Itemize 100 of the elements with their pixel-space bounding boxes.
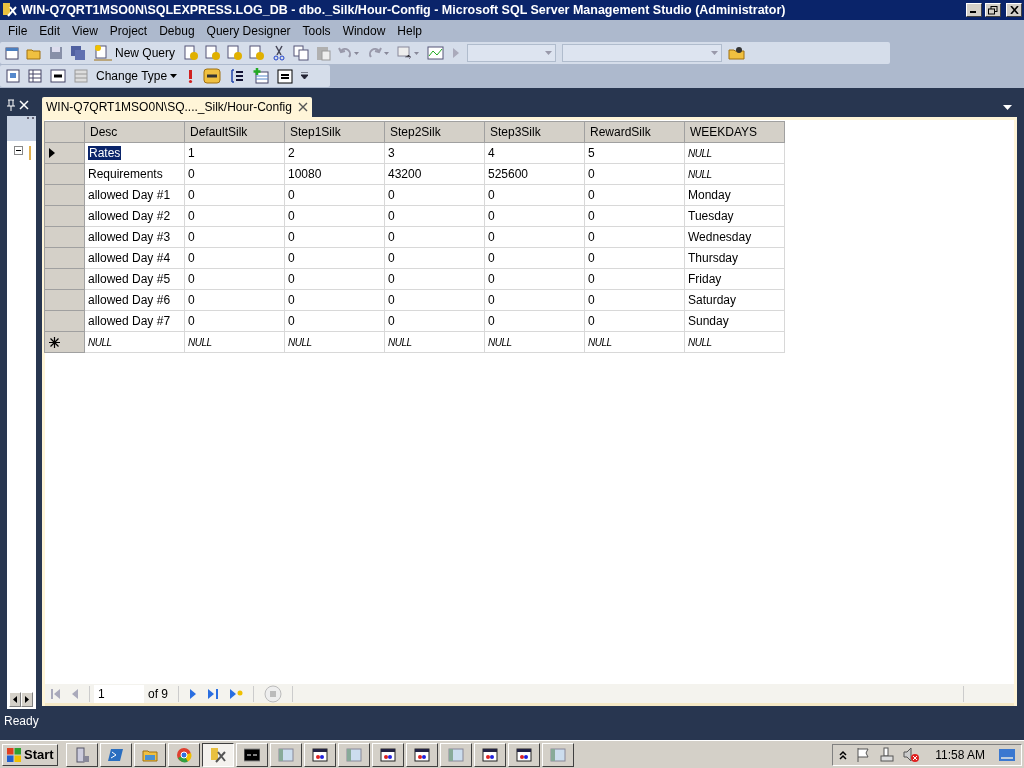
show-desktop-icon[interactable]	[999, 746, 1015, 763]
next-record-icon[interactable]	[189, 687, 197, 700]
table-cell[interactable]: Wednesday	[684, 226, 785, 248]
binoculars-folder-icon[interactable]	[728, 45, 747, 61]
xmla-query-icon[interactable]	[249, 45, 266, 61]
table-cell[interactable]: 0	[484, 268, 585, 290]
table-cell[interactable]: 0	[584, 163, 685, 185]
column-header[interactable]: WEEKDAYS	[684, 121, 785, 143]
table-cell[interactable]: NULL	[684, 142, 785, 164]
menu-item[interactable]: Window	[336, 21, 392, 41]
last-record-icon[interactable]	[207, 687, 219, 700]
table-cell[interactable]: NULL	[584, 331, 685, 353]
table-cell[interactable]: NULL	[484, 331, 585, 353]
new-query-button[interactable]: New Query	[92, 44, 178, 62]
table-cell[interactable]: Thursday	[684, 247, 785, 269]
mdx-query-icon[interactable]	[205, 45, 222, 61]
toolbar-options-icon[interactable]	[301, 72, 309, 80]
muted-speaker-icon[interactable]	[903, 746, 920, 763]
table-cell[interactable]: NULL	[184, 331, 285, 353]
new-project-icon[interactable]	[4, 45, 20, 61]
table-cell[interactable]: 0	[584, 205, 685, 227]
table-cell[interactable]: Tuesday	[684, 205, 785, 227]
table-cell[interactable]: 0	[384, 310, 485, 332]
table-cell[interactable]: Sunday	[684, 310, 785, 332]
table-cell[interactable]: 0	[184, 184, 285, 206]
list-icon[interactable]	[229, 68, 246, 84]
chart-icon[interactable]	[427, 45, 446, 61]
table-cell[interactable]: 0	[184, 289, 285, 311]
menu-item[interactable]: View	[66, 21, 104, 41]
table-cell[interactable]: 2	[284, 142, 385, 164]
table-cell[interactable]: 0	[384, 205, 485, 227]
table-cell[interactable]: Requirements	[84, 163, 185, 185]
table-cell[interactable]: 0	[484, 310, 585, 332]
close-icon[interactable]	[19, 100, 29, 110]
verify-sql-icon[interactable]	[203, 68, 222, 84]
table-cell[interactable]: allowed Day #2	[84, 205, 185, 227]
row-header[interactable]	[44, 331, 85, 353]
table-cell[interactable]: 0	[584, 289, 685, 311]
table-cell[interactable]: 5	[584, 142, 685, 164]
table-cell[interactable]: 0	[284, 184, 385, 206]
close-button[interactable]	[1006, 3, 1022, 17]
flag-icon[interactable]	[855, 746, 872, 763]
table-cell[interactable]: Friday	[684, 268, 785, 290]
table-cell[interactable]: 0	[384, 226, 485, 248]
table-cell[interactable]: 0	[184, 226, 285, 248]
table-cell[interactable]: 0	[184, 310, 285, 332]
pin-icon[interactable]	[6, 99, 16, 111]
add-table-icon[interactable]	[253, 68, 270, 84]
table-cell[interactable]: 0	[584, 310, 685, 332]
save-icon[interactable]	[48, 45, 64, 61]
table-cell[interactable]: NULL	[384, 331, 485, 353]
table-cell[interactable]: allowed Day #4	[84, 247, 185, 269]
table-cell[interactable]: 0	[384, 184, 485, 206]
table-cell[interactable]: 0	[484, 289, 585, 311]
restore-button[interactable]	[985, 3, 1001, 17]
save-all-icon[interactable]	[70, 45, 86, 61]
table-cell[interactable]: allowed Day #6	[84, 289, 185, 311]
table-cell[interactable]: 0	[184, 247, 285, 269]
sql-pane-icon[interactable]	[50, 69, 66, 83]
scroll-left-button[interactable]	[9, 692, 21, 707]
tab-list-dropdown-icon[interactable]	[1003, 105, 1013, 111]
column-header[interactable]: Step3Silk	[484, 121, 585, 143]
table-cell[interactable]: NULL	[684, 331, 785, 353]
table-cell[interactable]: allowed Day #1	[84, 184, 185, 206]
table-cell[interactable]: 0	[284, 205, 385, 227]
table-cell[interactable]: allowed Day #3	[84, 226, 185, 248]
table-cell[interactable]: 0	[384, 268, 485, 290]
document-tab[interactable]: WIN-Q7QRT1MSO0N\SQ...._Silk/Hour-Config	[42, 97, 312, 117]
collapse-icon[interactable]	[14, 146, 23, 155]
database-query-icon[interactable]	[183, 45, 200, 61]
table-cell[interactable]: 0	[184, 268, 285, 290]
table-cell[interactable]: 4	[484, 142, 585, 164]
menu-item[interactable]: Debug	[153, 21, 201, 41]
close-tab-icon[interactable]	[297, 102, 308, 112]
dmx-query-icon[interactable]	[227, 45, 244, 61]
column-header[interactable]: RewardSilk	[584, 121, 685, 143]
minimize-button[interactable]	[966, 3, 982, 17]
column-header[interactable]: Desc	[84, 121, 185, 143]
clock[interactable]: 11:58 AM	[935, 745, 985, 764]
menu-item[interactable]: Help	[391, 21, 428, 41]
menu-item[interactable]: Tools	[296, 21, 337, 41]
table-cell[interactable]: 0	[384, 247, 485, 269]
cut-icon[interactable]	[271, 45, 288, 61]
table-cell[interactable]: 0	[384, 289, 485, 311]
table-cell[interactable]: 0	[584, 184, 685, 206]
dropdown-field[interactable]	[467, 44, 557, 62]
menu-item[interactable]: Edit	[33, 21, 67, 41]
table-cell[interactable]: 0	[484, 205, 585, 227]
table-cell[interactable]: 0	[184, 163, 285, 185]
table-cell[interactable]: NULL	[84, 331, 185, 353]
table-cell[interactable]: Saturday	[684, 289, 785, 311]
table-cell[interactable]: 0	[484, 247, 585, 269]
record-number-field[interactable]: 1	[94, 684, 144, 703]
show-hidden-icons-icon[interactable]	[839, 749, 848, 760]
table-cell[interactable]: 0	[484, 184, 585, 206]
new-record-icon[interactable]	[229, 687, 243, 700]
column-header[interactable]: Step2Silk	[384, 121, 485, 143]
table-cell[interactable]: allowed Day #7	[84, 310, 185, 332]
table-cell[interactable]: 0	[484, 226, 585, 248]
table-cell[interactable]: 0	[584, 247, 685, 269]
